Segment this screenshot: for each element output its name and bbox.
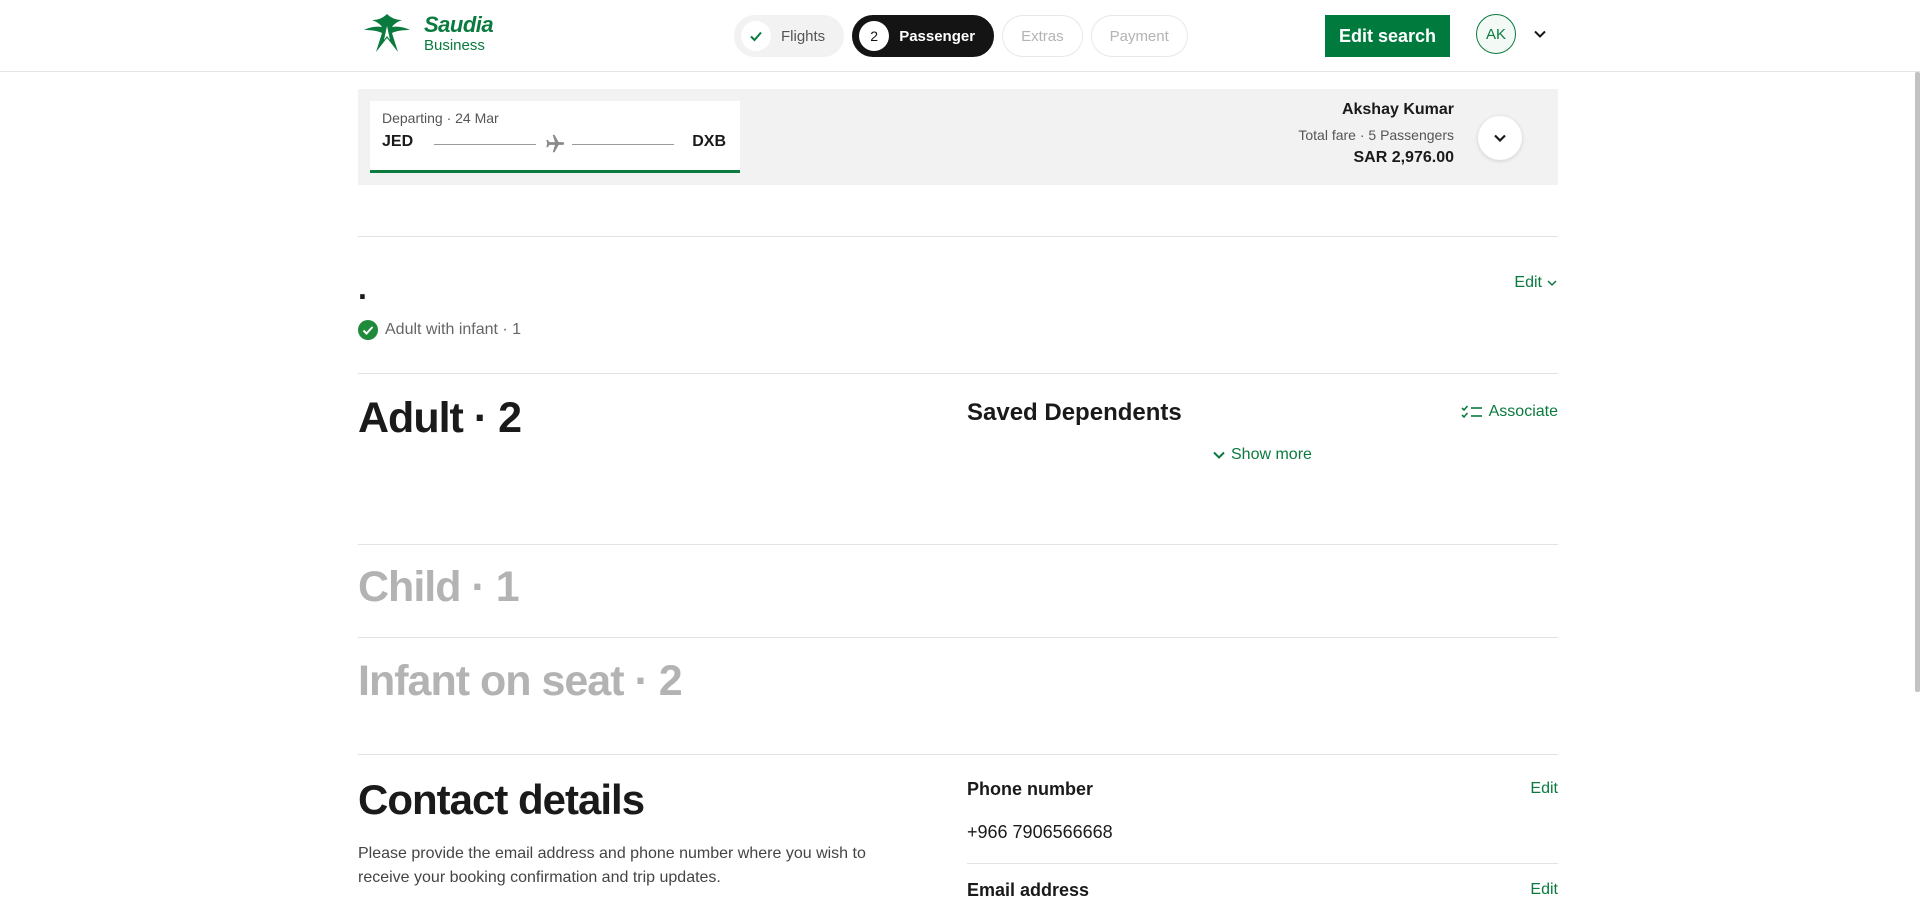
chevron-down-icon [1213,451,1225,459]
expand-summary-button[interactable] [1478,116,1522,160]
phone-label: Phone number [967,779,1094,799]
step-label: Payment [1109,27,1169,45]
section-divider [358,637,1558,638]
top-header: Saudia Business Flights 2 Passenger Extr… [0,0,1920,72]
email-label: Email address [967,880,1090,900]
user-avatar[interactable]: AK [1476,14,1516,54]
saudia-logo[interactable]: Saudia Business [358,11,494,54]
scrollbar[interactable] [1915,72,1920,692]
associate-link[interactable]: Associate [1461,403,1558,421]
step-label: Passenger [899,27,976,45]
checklist-icon [1461,405,1482,419]
section-divider [358,236,1558,237]
total-price: SAR 2,976.00 [1353,149,1454,166]
section-divider [358,373,1558,374]
show-more-label: Show more [1231,446,1312,463]
step-passenger[interactable]: 2 Passenger [852,15,995,57]
edit-phone-link[interactable]: Edit [1530,780,1558,798]
step-label: Flights [781,27,826,45]
chevron-down-icon [1494,134,1506,143]
trip-summary-bar: Departing · 24 Mar JED DXB Akshay Kumar … [358,89,1558,185]
departing-date: Departing · 24 Mar [382,110,499,126]
adult-with-infant-status: Adult with infant · 1 [358,320,521,340]
edit-search-button[interactable]: Edit search [1325,15,1450,57]
step-payment[interactable]: Payment [1090,15,1188,57]
section-title: . [358,270,367,306]
contact-description: Please provide the email address and pho… [358,845,866,886]
origin-code: JED [382,133,414,150]
fare-summary: Akshay Kumar Total fare · 5 Passengers S… [1298,101,1454,167]
brand-name: Saudia [424,11,494,37]
chevron-down-icon[interactable] [1530,24,1550,44]
edit-dropdown-link[interactable]: Edit [1514,274,1558,292]
step-extras[interactable]: Extras [1002,15,1083,57]
fare-meta: Total fare · 5 Passengers [1298,127,1454,143]
route-line [434,144,536,145]
destination-code: DXB [692,133,726,150]
status-text: Adult with infant · 1 [385,321,522,338]
show-more-link[interactable]: Show more [1212,446,1312,464]
edit-email-link[interactable]: Edit [1530,881,1558,899]
child-heading[interactable]: Child · 1 [358,566,520,609]
airplane-icon [546,134,565,153]
saudia-palm-logo-icon [364,14,410,52]
step-flights[interactable]: Flights [734,15,845,57]
route-card[interactable]: Departing · 24 Mar JED DXB [370,101,740,173]
contact-details-heading: Contact details [358,776,645,823]
brand-sub: Business [424,36,485,54]
step-label: Extras [1021,27,1064,45]
chevron-down-icon [1547,280,1557,287]
infant-heading[interactable]: Infant on seat · 2 [358,660,683,703]
saved-dependents-title: Saved Dependents [967,399,1182,426]
associate-label: Associate [1488,403,1558,420]
phone-value: +966 7906566668 [967,822,1113,842]
check-circle-icon [358,320,378,340]
section-divider [358,544,1558,545]
step-number: 2 [859,21,890,51]
adult-heading[interactable]: Adult · 2 [358,397,522,440]
check-icon [741,21,771,51]
route-line [572,144,674,145]
edit-label: Edit [1514,274,1542,291]
booking-steps: Flights 2 Passenger Extras Payment [734,15,1188,57]
traveller-name: Akshay Kumar [1341,101,1454,118]
field-divider [967,863,1558,864]
section-divider [358,754,1558,755]
